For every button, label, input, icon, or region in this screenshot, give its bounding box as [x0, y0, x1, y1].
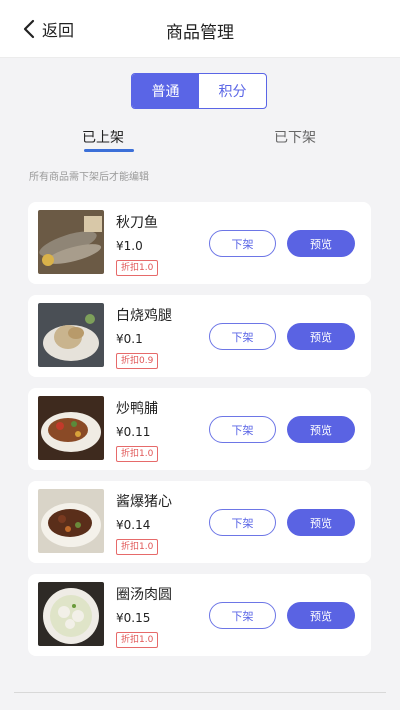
product-image: [38, 303, 104, 367]
product-image: [38, 582, 104, 646]
preview-button[interactable]: 预览: [287, 602, 355, 629]
edit-hint: 所有商品需下架后才能编辑: [29, 172, 149, 183]
product-name: 酱爆猪心: [116, 494, 172, 510]
product-card: 酱爆猪心 ¥0.14 折扣1.0 下架 预览: [28, 481, 371, 563]
tab-listed[interactable]: 已上架: [82, 127, 124, 147]
delist-button[interactable]: 下架: [209, 230, 276, 257]
status-tabs: 已上架 已下架: [0, 127, 400, 157]
product-image: [38, 489, 104, 553]
discount-badge: 折扣1.0: [116, 632, 159, 648]
delist-button[interactable]: 下架: [209, 323, 276, 350]
preview-button[interactable]: 预览: [287, 416, 355, 443]
product-name: 炒鸭脯: [116, 401, 158, 417]
discount-badge: 折扣1.0: [116, 539, 159, 555]
product-name: 白烧鸡腿: [116, 308, 172, 324]
product-price: ¥0.11: [116, 425, 151, 439]
tab-delisted[interactable]: 已下架: [274, 127, 316, 147]
product-card: 秋刀鱼 ¥1.0 折扣1.0 下架 预览: [28, 202, 371, 284]
segment-normal[interactable]: 普通: [132, 74, 199, 108]
product-price: ¥0.15: [116, 611, 151, 625]
product-image: [38, 396, 104, 460]
product-price: ¥1.0: [116, 239, 143, 253]
page-title: 商品管理: [166, 23, 234, 43]
product-card: 炒鸭脯 ¥0.11 折扣1.0 下架 预览: [28, 388, 371, 470]
delist-button[interactable]: 下架: [209, 509, 276, 536]
product-card: 白烧鸡腿 ¥0.1 折扣0.9 下架 预览: [28, 295, 371, 377]
bottom-divider: [14, 692, 386, 693]
type-segment-control: 普通 积分: [131, 73, 267, 109]
top-bar: 返回 商品管理: [0, 0, 400, 58]
active-tab-indicator: [84, 149, 134, 152]
product-name: 圈汤肉圆: [116, 587, 172, 603]
discount-badge: 折扣0.9: [116, 353, 159, 369]
delist-button[interactable]: 下架: [209, 602, 276, 629]
discount-badge: 折扣1.0: [116, 260, 159, 276]
product-image: [38, 210, 104, 274]
preview-button[interactable]: 预览: [287, 323, 355, 350]
preview-button[interactable]: 预览: [287, 509, 355, 536]
preview-button[interactable]: 预览: [287, 230, 355, 257]
product-card: 圈汤肉圆 ¥0.15 折扣1.0 下架 预览: [28, 574, 371, 656]
discount-badge: 折扣1.0: [116, 446, 159, 462]
delist-button[interactable]: 下架: [209, 416, 276, 443]
product-price: ¥0.14: [116, 518, 151, 532]
segment-points[interactable]: 积分: [199, 74, 266, 108]
product-name: 秋刀鱼: [116, 215, 158, 231]
product-price: ¥0.1: [116, 332, 143, 346]
